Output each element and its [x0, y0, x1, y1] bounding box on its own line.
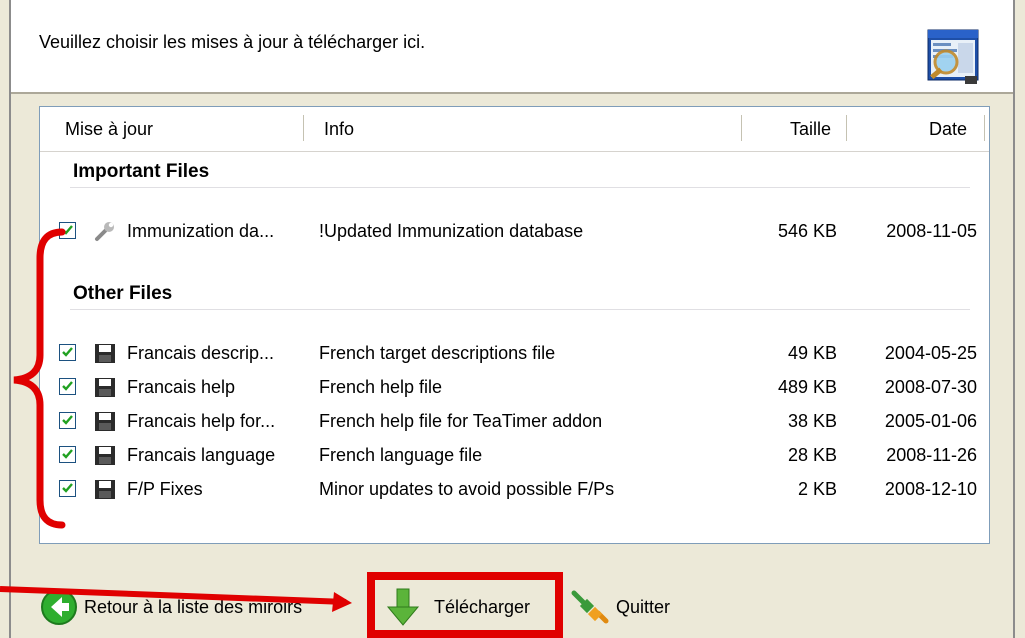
- column-info[interactable]: Info: [324, 119, 354, 140]
- checkbox[interactable]: [59, 412, 76, 429]
- update-date: 2008-11-26: [886, 445, 977, 465]
- update-size: 49 KB: [787, 343, 837, 363]
- header-prompt: Veuillez choisir les mises à jour à télé…: [39, 32, 426, 52]
- column-size[interactable]: Taille: [790, 119, 831, 140]
- window-frame-left: [0, 0, 9, 638]
- update-size: 38 KB: [787, 411, 837, 431]
- column-divider[interactable]: [741, 115, 742, 141]
- update-name: Francais descrip...: [127, 343, 275, 363]
- group-title-other: Other Files: [73, 283, 173, 304]
- checkbox[interactable]: [59, 378, 76, 395]
- group-divider: [70, 187, 970, 188]
- checkbox[interactable]: [59, 446, 76, 463]
- wizard-header: Veuillez choisir les mises à jour à télé…: [11, 0, 1013, 92]
- checkbox[interactable]: [59, 480, 76, 497]
- quit-button[interactable]: Quitter: [570, 582, 670, 632]
- update-name: F/P Fixes: [127, 479, 203, 499]
- floppy-disk-icon: [95, 480, 115, 499]
- column-divider[interactable]: [984, 115, 985, 141]
- floppy-disk-icon: [95, 446, 115, 465]
- update-date: 2005-01-06: [884, 411, 977, 431]
- update-name: Francais help: [127, 377, 236, 397]
- update-info: French target descriptions file: [319, 343, 556, 363]
- update-info: !Updated Immunization database: [319, 221, 584, 241]
- update-size: 28 KB: [787, 445, 837, 465]
- list-item[interactable]: Francais help French help file 489 KB 20…: [40, 373, 989, 403]
- checkbox[interactable]: [59, 222, 76, 239]
- download-highlight-box: [367, 572, 563, 638]
- group-title-important: Important Files: [73, 161, 210, 182]
- list-column-header: Mise à jour Info Taille Date: [40, 107, 989, 152]
- checkbox[interactable]: [59, 344, 76, 361]
- list-item[interactable]: Francais language French language file 2…: [40, 441, 989, 471]
- update-date: 2008-11-05: [886, 221, 977, 241]
- update-info: French help file: [319, 377, 443, 397]
- update-name: Immunization da...: [127, 221, 275, 241]
- window-border-left: [9, 0, 11, 638]
- updates-list[interactable]: Mise à jour Info Taille Date Important F…: [39, 106, 990, 544]
- column-date[interactable]: Date: [929, 119, 967, 140]
- back-arrow-icon: [41, 589, 77, 625]
- wrench-icon: [95, 222, 114, 241]
- list-item[interactable]: F/P Fixes Minor updates to avoid possibl…: [40, 475, 989, 505]
- window-border-right: [1013, 0, 1015, 638]
- update-date: 2004-05-25: [884, 343, 977, 363]
- update-info: French language file: [319, 445, 483, 465]
- update-date: 2008-12-10: [884, 479, 977, 499]
- unplug-icon: [571, 590, 609, 624]
- floppy-disk-icon: [95, 344, 115, 363]
- back-button-label: Retour à la liste des miroirs: [84, 596, 303, 617]
- update-info: Minor updates to avoid possible F/Ps: [319, 479, 615, 499]
- list-item[interactable]: Francais descrip... French target descri…: [40, 339, 989, 369]
- header-separator: [11, 92, 1013, 94]
- back-button[interactable]: Retour à la liste des miroirs: [40, 582, 302, 632]
- update-window-icon: [927, 29, 979, 84]
- update-name: Francais language: [127, 445, 276, 465]
- quit-button-label: Quitter: [616, 596, 671, 617]
- update-size: 489 KB: [777, 377, 837, 397]
- column-divider[interactable]: [846, 115, 847, 141]
- update-size: 2 KB: [797, 479, 837, 499]
- column-update[interactable]: Mise à jour: [65, 119, 153, 140]
- floppy-disk-icon: [95, 378, 115, 397]
- group-divider: [70, 309, 970, 310]
- list-item[interactable]: Immunization da... !Updated Immunization…: [40, 217, 989, 247]
- update-info: French help file for TeaTimer addon: [319, 411, 603, 431]
- list-item[interactable]: Francais help for... French help file fo…: [40, 407, 989, 437]
- update-name: Francais help for...: [127, 411, 276, 431]
- update-date: 2008-07-30: [884, 377, 977, 397]
- column-divider[interactable]: [303, 115, 304, 141]
- floppy-disk-icon: [95, 412, 115, 431]
- update-size: 546 KB: [777, 221, 837, 241]
